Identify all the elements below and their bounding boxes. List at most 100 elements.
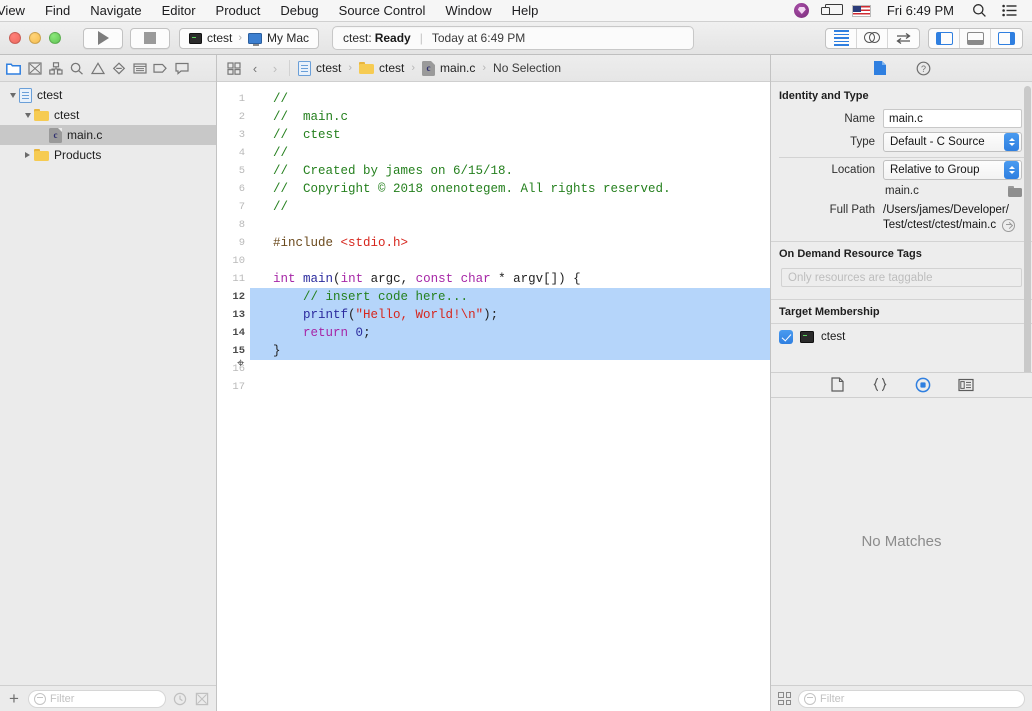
disclosure-triangle-icon[interactable]: [21, 113, 34, 118]
find-navigator-tab[interactable]: [66, 56, 87, 80]
location-popup[interactable]: Relative to Group: [883, 160, 1022, 180]
scheme-selector[interactable]: ctest › My Mac: [179, 28, 319, 49]
tree-row[interactable]: ctest: [0, 85, 216, 105]
code-line[interactable]: //: [250, 144, 770, 162]
file-template-library-tab[interactable]: [827, 376, 847, 394]
code-line[interactable]: int main(int argc, const char * argv[]) …: [250, 270, 770, 288]
fullpath-row: Full Path /Users/james/Developer/ Test/c…: [771, 200, 1032, 235]
close-button[interactable]: [9, 32, 21, 44]
gem-icon[interactable]: [787, 0, 817, 22]
control-center-icon[interactable]: [994, 0, 1024, 22]
menu-source-control[interactable]: Source Control: [329, 0, 436, 22]
test-navigator-tab[interactable]: [108, 56, 129, 80]
navigator-filter-field[interactable]: Filter: [28, 690, 166, 708]
breadcrumb-project[interactable]: ctest: [298, 61, 341, 76]
media-library-tab[interactable]: [913, 376, 933, 394]
code-line[interactable]: [250, 378, 770, 396]
navigator-toggle-button[interactable]: [929, 29, 960, 48]
file-inspector-tab[interactable]: [869, 57, 891, 79]
line-number: 5: [217, 162, 250, 180]
code-line[interactable]: [250, 252, 770, 270]
menu-help[interactable]: Help: [502, 0, 549, 22]
inspector-scrollbar[interactable]: [1024, 86, 1031, 372]
scheme-target-label: ctest: [207, 31, 232, 45]
code-line[interactable]: // ctest: [250, 126, 770, 144]
code-line[interactable]: //: [250, 90, 770, 108]
menu-debug[interactable]: Debug: [270, 0, 328, 22]
name-field[interactable]: main.c: [883, 109, 1022, 128]
tree-row-main-c[interactable]: c main.c: [0, 125, 216, 145]
zoom-button[interactable]: [49, 32, 61, 44]
source-editor[interactable]: 1234567891011121314151617 //// main.c// …: [217, 82, 770, 711]
us-flag-icon[interactable]: [847, 0, 877, 22]
type-label: Type: [771, 136, 883, 148]
source-control-navigator-tab[interactable]: [24, 56, 45, 80]
back-button[interactable]: ‹: [245, 61, 265, 76]
tree-row[interactable]: Products: [0, 145, 216, 165]
menu-product[interactable]: Product: [206, 0, 271, 22]
location-value: Relative to Group: [890, 164, 1000, 176]
line-number: 1: [217, 90, 250, 108]
menu-editor[interactable]: Editor: [152, 0, 206, 22]
code-line[interactable]: [250, 360, 770, 378]
forward-button[interactable]: ›: [265, 61, 285, 76]
display-sharing-icon[interactable]: [817, 0, 847, 22]
code-line[interactable]: // Copyright © 2018 onenotegem. All righ…: [250, 180, 770, 198]
menu-bar-clock[interactable]: Fri 6:49 PM: [877, 3, 964, 18]
assistant-editor-button[interactable]: [857, 29, 888, 48]
run-button[interactable]: [83, 28, 123, 49]
target-checkbox[interactable]: [779, 330, 793, 344]
jump-bar: ‹ › ctest › ctest › c mai: [217, 55, 770, 82]
menu-window[interactable]: Window: [435, 0, 501, 22]
stop-button[interactable]: [130, 28, 170, 49]
code-line[interactable]: //: [250, 198, 770, 216]
code-line[interactable]: return 0;: [250, 324, 770, 342]
source-control-filter-icon[interactable]: [194, 691, 210, 707]
menu-navigate[interactable]: Navigate: [80, 0, 151, 22]
related-items-icon[interactable]: [223, 62, 245, 75]
code-line[interactable]: // main.c: [250, 108, 770, 126]
code-line[interactable]: printf("Hello, World!\n");: [250, 306, 770, 324]
breadcrumb-group[interactable]: ctest: [359, 61, 404, 75]
breadcrumb-file[interactable]: c main.c: [422, 61, 475, 76]
version-editor-button[interactable]: [888, 29, 919, 48]
debug-navigator-tab[interactable]: [129, 56, 150, 80]
code-line[interactable]: #include <stdio.h>: [250, 234, 770, 252]
report-navigator-tab[interactable]: [171, 56, 192, 80]
debug-area-toggle-button[interactable]: [960, 29, 991, 48]
menu-view[interactable]: View: [0, 0, 35, 22]
minimize-button[interactable]: [29, 32, 41, 44]
breadcrumb-selection[interactable]: No Selection: [493, 61, 561, 75]
tree-row[interactable]: ctest: [0, 105, 216, 125]
add-file-button[interactable]: +: [6, 690, 22, 707]
disclosure-triangle-icon[interactable]: [6, 93, 19, 98]
library-grid-icon[interactable]: [778, 692, 791, 705]
code-text[interactable]: //// main.c// ctest//// Created by james…: [250, 82, 770, 711]
code-line[interactable]: // insert code here...: [250, 288, 770, 306]
line-number: 7: [217, 198, 250, 216]
library-filter-field[interactable]: Filter: [798, 690, 1025, 708]
choose-folder-icon[interactable]: [1008, 186, 1022, 197]
code-line[interactable]: // Created by james on 6/15/18.: [250, 162, 770, 180]
project-navigator-tab[interactable]: [3, 56, 24, 80]
disclosure-triangle-icon[interactable]: [21, 152, 34, 158]
breakpoint-navigator-tab[interactable]: [150, 56, 171, 80]
issue-navigator-tab[interactable]: [87, 56, 108, 80]
recent-files-icon[interactable]: [172, 691, 188, 707]
menu-find[interactable]: Find: [35, 0, 80, 22]
code-token: int: [273, 272, 296, 286]
utilities-toggle-button[interactable]: [991, 29, 1022, 48]
symbol-navigator-tab[interactable]: [45, 56, 66, 80]
code-line[interactable]: }: [250, 342, 770, 360]
quick-help-inspector-tab[interactable]: ?: [913, 57, 935, 79]
reveal-in-finder-icon[interactable]: [1002, 219, 1015, 232]
object-library-tab[interactable]: [956, 376, 976, 394]
standard-editor-button[interactable]: [826, 29, 857, 48]
type-popup[interactable]: Default - C Source: [883, 132, 1022, 152]
search-icon[interactable]: [964, 0, 994, 22]
line-number: 13: [217, 306, 250, 324]
target-membership-row[interactable]: ctest: [771, 326, 1032, 348]
code-line[interactable]: [250, 216, 770, 234]
code-snippet-library-tab[interactable]: [870, 376, 890, 394]
version-editor-icon: [895, 32, 912, 45]
